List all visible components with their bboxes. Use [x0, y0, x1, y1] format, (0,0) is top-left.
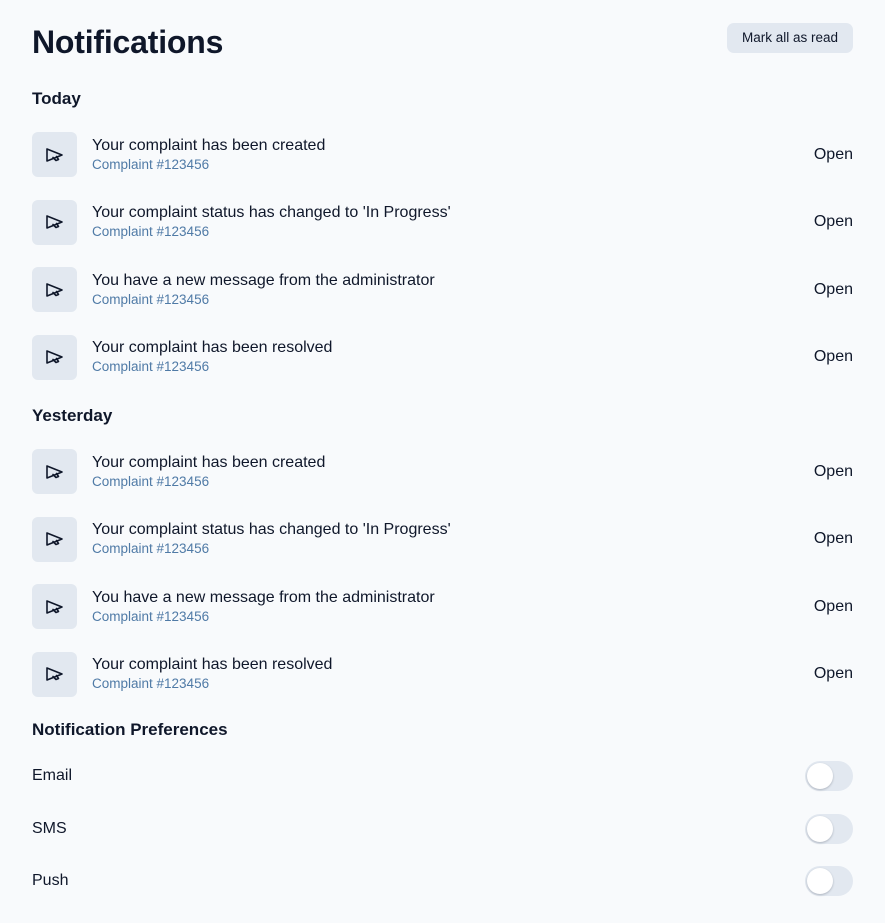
toggle-knob: [807, 815, 833, 842]
notification-item: Your complaint has been created Complain…: [32, 121, 853, 189]
notification-text: Your complaint has been resolved Complai…: [92, 655, 814, 693]
notification-title: Your complaint has been created: [92, 453, 326, 471]
open-link[interactable]: Open: [814, 348, 853, 366]
toggle-knob: [807, 763, 833, 790]
preference-label: Push: [32, 872, 69, 890]
notification-title: Your complaint status has changed to 'In…: [92, 521, 451, 539]
notification-title: Your complaint has been resolved: [92, 339, 333, 357]
section-title-yesterday: Yesterday: [32, 406, 113, 425]
notification-title: You have a new message from the administ…: [92, 271, 435, 289]
notification-item: Your complaint has been resolved Complai…: [32, 324, 853, 392]
open-link[interactable]: Open: [814, 665, 853, 683]
notification-complaint-id: Complaint #123456: [92, 359, 210, 375]
notification-item: You have a new message from the administ…: [32, 573, 853, 641]
notification-title: Your complaint status has changed to 'In…: [92, 204, 451, 222]
notification-complaint-id: Complaint #123456: [92, 473, 210, 489]
megaphone-icon: [32, 132, 77, 178]
open-link[interactable]: Open: [814, 281, 853, 299]
notification-text: You have a new message from the administ…: [92, 271, 814, 309]
notification-complaint-id: Complaint #123456: [92, 608, 210, 624]
megaphone-icon: [32, 267, 77, 313]
notification-text: Your complaint status has changed to 'In…: [92, 520, 814, 558]
notification-complaint-id: Complaint #123456: [92, 156, 210, 172]
open-link[interactable]: Open: [814, 463, 853, 481]
open-link[interactable]: Open: [814, 213, 853, 231]
notification-text: Your complaint has been resolved Complai…: [92, 338, 814, 376]
page-header: Notifications Mark all as read: [32, 0, 853, 74]
megaphone-icon: [32, 199, 77, 245]
open-link[interactable]: Open: [814, 146, 853, 164]
notification-item: Your complaint status has changed to 'In…: [32, 189, 853, 257]
megaphone-icon: [32, 516, 77, 562]
preference-label: SMS: [32, 819, 67, 837]
preferences-list: Email SMS Push: [32, 750, 853, 908]
notification-text: Your complaint has been created Complain…: [92, 453, 814, 491]
notification-text: Your complaint status has changed to 'In…: [92, 203, 814, 241]
notification-complaint-id: Complaint #123456: [92, 541, 210, 557]
notification-item: Your complaint status has changed to 'In…: [32, 506, 853, 574]
notification-item: You have a new message from the administ…: [32, 256, 853, 324]
mark-all-as-read-button[interactable]: Mark all as read: [726, 23, 853, 53]
notification-complaint-id: Complaint #123456: [92, 676, 210, 692]
notification-complaint-id: Complaint #123456: [92, 224, 210, 240]
megaphone-icon: [32, 334, 77, 380]
section-title-preferences: Notification Preferences: [32, 720, 228, 739]
notification-item: Your complaint has been created Complain…: [32, 438, 853, 506]
notification-text: You have a new message from the administ…: [92, 588, 814, 626]
toggle-knob: [807, 868, 833, 895]
megaphone-icon: [32, 449, 77, 495]
preference-row-email: Email: [32, 750, 853, 803]
notification-title: You have a new message from the administ…: [92, 588, 435, 606]
open-link[interactable]: Open: [814, 530, 853, 548]
notifications-page: Notifications Mark all as read Today You…: [0, 0, 885, 923]
preference-row-push: Push: [32, 855, 853, 908]
push-toggle[interactable]: [805, 866, 853, 897]
yesterday-notification-list: Your complaint has been created Complain…: [32, 438, 853, 708]
notification-complaint-id: Complaint #123456: [92, 291, 210, 307]
notification-title: Your complaint has been created: [92, 136, 326, 154]
megaphone-icon: [32, 584, 77, 630]
open-link[interactable]: Open: [814, 598, 853, 616]
notification-text: Your complaint has been created Complain…: [92, 136, 814, 174]
preference-row-sms: SMS: [32, 803, 853, 856]
sms-toggle[interactable]: [805, 813, 853, 844]
megaphone-icon: [32, 651, 77, 697]
preference-label: Email: [32, 767, 73, 785]
page-title: Notifications: [32, 24, 224, 60]
notification-title: Your complaint has been resolved: [92, 656, 333, 674]
email-toggle[interactable]: [805, 761, 853, 792]
section-title-today: Today: [32, 89, 81, 108]
notification-item: Your complaint has been resolved Complai…: [32, 641, 853, 709]
today-notification-list: Your complaint has been created Complain…: [32, 121, 853, 391]
